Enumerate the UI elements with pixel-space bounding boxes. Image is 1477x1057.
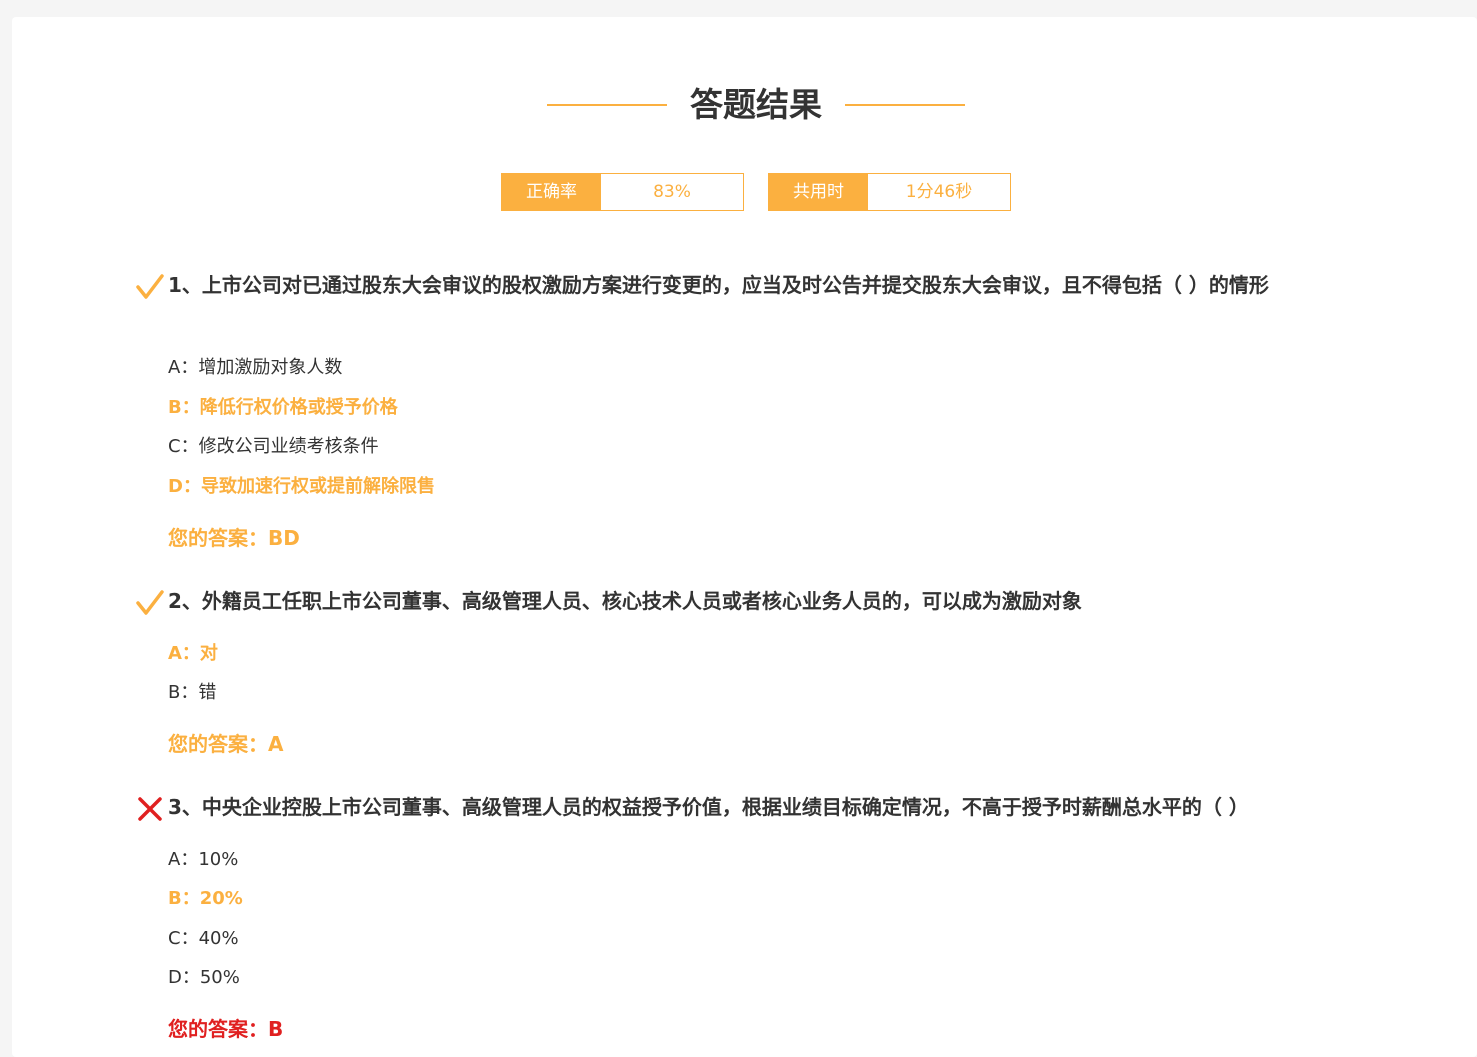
title-divider-left	[547, 104, 667, 106]
check-icon	[136, 590, 164, 615]
question-body: 上市公司对已通过股东大会审议的股权激励方案进行变更的，应当及时公告并提交股东大会…	[201, 273, 1269, 297]
title-divider-right	[845, 104, 965, 106]
time-value: 1分46秒	[905, 182, 973, 202]
question-number: 2、	[168, 589, 202, 613]
option-d: D：导致加速行权或提前解除限售	[168, 476, 435, 497]
option-b: B：错	[168, 682, 217, 703]
your-answer: 您的答案：B	[168, 1017, 284, 1041]
option-d: D：50%	[168, 967, 240, 988]
result-card: 答题结果 正确率 83% 共用时 1分46秒 1、 上市公司对已通过股东大会审议…	[12, 17, 1477, 1057]
accuracy-label: 正确率	[502, 174, 601, 210]
option-a: A：增加激励对象人数	[168, 357, 343, 378]
time-label: 共用时	[769, 174, 868, 210]
your-answer: 您的答案：A	[168, 732, 284, 756]
question-body: 中央企业控股上市公司董事、高级管理人员的权益授予价值，根据业绩目标确定情况，不高…	[201, 795, 1249, 819]
option-b: B：降低行权价格或授予价格	[168, 397, 398, 418]
option-c: C：修改公司业绩考核条件	[168, 436, 379, 457]
question-number: 1、	[168, 273, 202, 297]
accuracy-value: 83%	[653, 182, 691, 202]
your-answer: 您的答案：BD	[168, 526, 300, 550]
cross-icon	[138, 797, 162, 821]
time-stat: 共用时 1分46秒	[768, 173, 1011, 211]
question-text: 1、 上市公司对已通过股东大会审议的股权激励方案进行变更的，应当及时公告并提交股…	[168, 271, 1338, 300]
option-a: A：对	[168, 643, 218, 664]
title-row: 答题结果	[12, 83, 1477, 127]
option-c: C：40%	[168, 928, 239, 949]
question-number: 3、	[168, 795, 202, 819]
question-text: 3、 中央企业控股上市公司董事、高级管理人员的权益授予价值，根据业绩目标确定情况…	[168, 793, 1338, 822]
question-body: 外籍员工任职上市公司董事、高级管理人员、核心技术人员或者核心业务人员的，可以成为…	[201, 589, 1082, 613]
accuracy-stat: 正确率 83%	[501, 173, 744, 211]
check-icon	[136, 274, 164, 299]
page-title: 答题结果	[690, 85, 822, 124]
option-a: A：10%	[168, 849, 239, 870]
option-b: B：20%	[168, 888, 243, 909]
question-text: 2、 外籍员工任职上市公司董事、高级管理人员、核心技术人员或者核心业务人员的，可…	[168, 587, 1338, 616]
